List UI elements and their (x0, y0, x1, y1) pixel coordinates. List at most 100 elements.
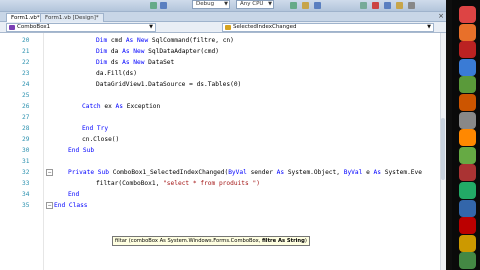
code-text: DataGridView1.DataSource = ds.Tables(0) (96, 79, 241, 90)
line-number: 24 (22, 81, 30, 88)
line-number: 32 (22, 169, 30, 176)
toolbar-icon[interactable] (290, 2, 297, 9)
string-token: "select * from produits ") (163, 180, 260, 187)
collapse-icon[interactable]: − (46, 169, 53, 176)
keyword-token: ByVal (343, 169, 363, 176)
keyword-token: End Sub (68, 147, 95, 154)
code-line[interactable]: 27 (0, 112, 440, 123)
toolbar: Debug ▼ Any CPU ▼ (0, 0, 452, 12)
app-icon[interactable] (459, 76, 476, 94)
line-number: 21 (22, 48, 30, 55)
code-text: Dim cmd As New SqlCommand(filtre, cn) (96, 35, 234, 46)
media-icon[interactable] (459, 94, 476, 111)
solution-config-dropdown[interactable]: Debug ▼ (192, 0, 230, 9)
code-line[interactable]: 29 cn.Close() (0, 134, 440, 145)
toolbar-icon[interactable] (360, 2, 367, 9)
line-number: 35 (22, 202, 30, 209)
chevron-down-icon: ▼ (427, 24, 431, 30)
code-line[interactable]: 26 Catch ex As Exception (0, 101, 440, 112)
code-token: SqlDataAdapter(cmd) (144, 48, 219, 55)
ccleaner-icon[interactable] (459, 41, 476, 59)
event-icon (225, 25, 231, 30)
browser-icon[interactable] (459, 58, 476, 76)
close-icon[interactable]: × (438, 12, 444, 20)
collapse-icon[interactable]: − (46, 202, 53, 209)
code-line[interactable]: 35 − End Class (0, 200, 440, 211)
vlc-icon[interactable] (459, 129, 476, 147)
toolbar-icon[interactable] (150, 2, 157, 9)
code-line[interactable]: 25 (0, 90, 440, 101)
line-number: 31 (22, 158, 30, 165)
code-token: DataGridView1.DataSource = ds.Tables(0) (96, 81, 242, 88)
platform-label: Any CPU (240, 1, 264, 7)
chevron-down-icon: ▼ (149, 24, 153, 30)
line-number: 20 (22, 37, 30, 44)
tool-icon[interactable] (459, 111, 476, 129)
code-token: sender (246, 169, 277, 176)
class-name-dropdown[interactable]: ComboBox1 ▼ (6, 23, 156, 32)
code-line[interactable]: 32 − Private Sub ComboBox1_SelectedIndexCh… (0, 167, 440, 178)
code-token: filtar(ComboBox1, (96, 180, 164, 187)
code-line[interactable]: 31 (0, 156, 440, 167)
toolbar-icon[interactable] (160, 2, 167, 9)
method-name-dropdown[interactable]: SelectedIndexChanged ▼ (222, 23, 434, 32)
code-text: Catch ex As Exception (82, 101, 160, 112)
keyword-token: As New (122, 59, 145, 66)
tab-label: Form1.vb [Design]* (45, 15, 99, 21)
toolbar-icon[interactable] (408, 2, 415, 9)
app2-icon[interactable] (459, 199, 476, 217)
tooltip-signature-end: ) (304, 238, 307, 244)
archive-icon[interactable] (459, 164, 476, 182)
keyword-token: Dim (96, 37, 108, 44)
line-number: 22 (22, 59, 30, 66)
code-editor[interactable]: 20 Dim cmd As New SqlCommand(filtre, cn) 2… (0, 33, 446, 270)
firefox-icon[interactable] (459, 23, 476, 41)
keyword-token: Dim (96, 48, 108, 55)
code-line[interactable]: 33 filtar(ComboBox1, "select * from produ… (0, 178, 440, 189)
code-text: End (68, 189, 79, 200)
wrench-icon[interactable] (459, 182, 476, 199)
code-token: SqlCommand(filtre, cn) (148, 37, 234, 44)
code-line[interactable]: 28 End Try (0, 123, 440, 134)
parameter-info-tooltip: filtar (comboBox As System.Windows.Forms… (112, 236, 310, 246)
line-number: 34 (22, 191, 30, 198)
keyword-token: End Try (82, 125, 109, 132)
code-token: System.Object, (284, 169, 344, 176)
code-line[interactable]: 24 DataGridView1.DataSource = ds.Tables(0… (0, 79, 440, 90)
line-number: 28 (22, 125, 30, 132)
platform-dropdown[interactable]: Any CPU ▼ (236, 0, 274, 9)
code-text: Dim da As New SqlDataAdapter(cmd) (96, 46, 219, 57)
line-number: 27 (22, 114, 30, 121)
code-line[interactable]: 22 Dim ds As New DataSet (0, 57, 440, 68)
filezilla-icon[interactable] (459, 217, 476, 235)
toolbar-icon[interactable] (314, 2, 321, 9)
toolbar-icon[interactable] (302, 2, 309, 9)
chrome-icon[interactable] (459, 6, 476, 23)
game-icon[interactable] (459, 146, 476, 164)
code-line[interactable]: 34 End (0, 189, 440, 200)
code-line[interactable]: 21 Dim da As New SqlDataAdapter(cmd) (0, 46, 440, 57)
tab-form1-design[interactable]: Form1.vb [Design]* (40, 13, 104, 22)
code-text: cn.Close() (82, 134, 119, 145)
app3-icon[interactable] (459, 234, 476, 252)
code-token: ex (100, 103, 116, 110)
toolbar-icon[interactable] (396, 2, 403, 9)
code-token: ds (107, 59, 123, 66)
chevron-down-icon: ▼ (224, 1, 228, 7)
app4-icon[interactable] (459, 252, 476, 270)
navigation-bar: ComboBox1 ▼ SelectedIndexChanged ▼ (0, 22, 452, 33)
code-token: cmd (107, 37, 126, 44)
tab-form1-code[interactable]: Form1.vb* (6, 13, 45, 22)
code-text: End Try (82, 123, 108, 134)
toolbar-icon[interactable] (372, 2, 379, 9)
keyword-token: As New (125, 37, 149, 44)
code-line[interactable]: 23 da.Fill(ds) (0, 68, 440, 79)
code-line[interactable]: 30 End Sub (0, 145, 440, 156)
keyword-token: As (373, 169, 381, 176)
toolbar-icon[interactable] (384, 2, 391, 9)
scrollbar-thumb[interactable] (441, 118, 445, 180)
keyword-token: End (68, 191, 80, 198)
code-token: System.Eve (381, 169, 422, 176)
code-line[interactable]: 20 Dim cmd As New SqlCommand(filtre, cn) (0, 35, 440, 46)
code-token: Exception (123, 103, 161, 110)
